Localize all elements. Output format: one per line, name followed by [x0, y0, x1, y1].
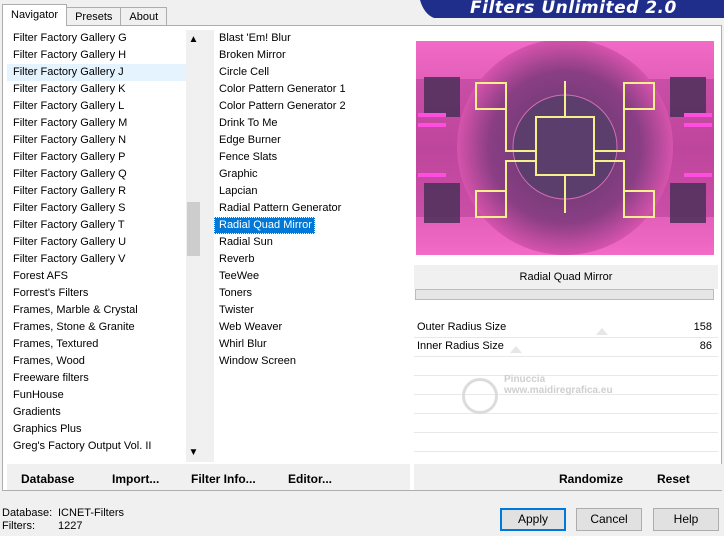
- navigator-toolbar: Database Import... Filter Info... Editor…: [7, 464, 410, 490]
- param-value: 86: [699, 340, 712, 352]
- filter-items: Blast 'Em! Blur Broken Mirror Circle Cell C…: [214, 30, 410, 370]
- category-list-item[interactable]: Filter Factory Gallery L: [7, 98, 201, 115]
- category-list-item[interactable]: Frames, Textured: [7, 336, 201, 353]
- database-button[interactable]: Database: [21, 472, 74, 486]
- banner-title: Filters Unlimited 2.0: [470, 0, 677, 18]
- filter-list-item[interactable]: Drink To Me: [214, 115, 410, 132]
- tab-strip: Navigator Presets About: [2, 4, 168, 26]
- filter-list-item[interactable]: Twister: [214, 302, 410, 319]
- filter-list-item[interactable]: Window Screen: [214, 353, 410, 370]
- slider-outer-thumb-icon[interactable]: [596, 328, 608, 335]
- category-list-item[interactable]: Forest AFS: [7, 268, 201, 285]
- preview-toolbar: Randomize Reset: [414, 464, 722, 490]
- category-list-item[interactable]: Filter Factory Gallery V: [7, 251, 201, 268]
- filter-list-item[interactable]: Radial Quad Mirror: [214, 217, 315, 234]
- apply-button[interactable]: Apply: [500, 508, 566, 531]
- filter-list-item[interactable]: Web Weaver: [214, 319, 410, 336]
- param-row-outer-radius[interactable]: Outer Radius Size 158: [414, 319, 718, 337]
- help-button[interactable]: Help: [653, 508, 719, 531]
- filter-list-item[interactable]: Edge Burner: [214, 132, 410, 149]
- filter-list-item[interactable]: Broken Mirror: [214, 47, 410, 64]
- status-database-label: Database:: [2, 507, 53, 519]
- filter-list-item[interactable]: Radial Sun: [214, 234, 410, 251]
- status-database-value: ICNET-Filters: [58, 507, 124, 519]
- param-value: 158: [693, 321, 712, 333]
- param-divider: [414, 356, 718, 357]
- category-list-item[interactable]: Filter Factory Gallery P: [7, 149, 201, 166]
- category-list-item[interactable]: Filter Factory Gallery H: [7, 47, 201, 64]
- category-list-item[interactable]: Filter Factory Gallery N: [7, 132, 201, 149]
- status-info: Database: ICNET-Filters Filters: 1227: [2, 507, 124, 533]
- filter-list-item[interactable]: Graphic: [214, 166, 410, 183]
- status-filters-value: 1227: [58, 520, 83, 532]
- param-label: Outer Radius Size: [417, 321, 507, 333]
- category-items: Filter Factory Gallery G Filter Factory G…: [7, 30, 201, 455]
- filter-list-item[interactable]: Color Pattern Generator 1: [214, 81, 410, 98]
- list-divider: [201, 30, 214, 462]
- category-list-item[interactable]: Filter Factory Gallery Q: [7, 166, 201, 183]
- category-list-item[interactable]: Filter Factory Gallery J: [7, 64, 201, 81]
- tab-navigator[interactable]: Navigator: [2, 4, 68, 26]
- scroll-down-icon[interactable]: ▼: [186, 445, 201, 460]
- category-list-item[interactable]: FunHouse: [7, 387, 201, 404]
- param-row-inner-radius[interactable]: Inner Radius Size 86: [414, 338, 718, 356]
- filter-list-item[interactable]: Circle Cell: [214, 64, 410, 81]
- import-button[interactable]: Import...: [112, 472, 159, 486]
- tab-presets[interactable]: Presets: [66, 7, 122, 26]
- category-list-item[interactable]: Forrest's Filters: [7, 285, 201, 302]
- watermark-line2: www.maidiregrafica.eu: [504, 385, 613, 396]
- status-filters-label: Filters:: [2, 520, 35, 532]
- filter-list-item[interactable]: Reverb: [214, 251, 410, 268]
- filter-info-button[interactable]: Filter Info...: [191, 472, 256, 486]
- category-list-item[interactable]: Gradients: [7, 404, 201, 421]
- slider-inner-thumb-icon[interactable]: [510, 346, 522, 353]
- param-label: Inner Radius Size: [417, 340, 504, 352]
- param-divider: [414, 413, 718, 414]
- current-filter-name: Radial Quad Mirror: [414, 265, 718, 289]
- filter-list-item[interactable]: Color Pattern Generator 2: [214, 98, 410, 115]
- category-list-item[interactable]: Frames, Stone & Granite: [7, 319, 201, 336]
- category-list[interactable]: Filter Factory Gallery G Filter Factory G…: [7, 30, 201, 462]
- category-list-item[interactable]: Filter Factory Gallery T: [7, 217, 201, 234]
- category-list-item[interactable]: Filter Factory Gallery K: [7, 81, 201, 98]
- filter-list-item[interactable]: Radial Pattern Generator: [214, 200, 410, 217]
- filter-list-item[interactable]: Toners: [214, 285, 410, 302]
- preview-artwork: [416, 41, 714, 255]
- category-list-item[interactable]: Filter Factory Gallery R: [7, 183, 201, 200]
- category-list-item[interactable]: Greg's Factory Output Vol. II: [7, 438, 201, 455]
- filter-list-item[interactable]: Fence Slats: [214, 149, 410, 166]
- preview-image[interactable]: [416, 41, 714, 255]
- scroll-thumb[interactable]: [187, 202, 200, 256]
- category-list-item[interactable]: Filter Factory Gallery M: [7, 115, 201, 132]
- category-list-item[interactable]: Frames, Marble & Crystal: [7, 302, 201, 319]
- filter-list-item[interactable]: TeeWee: [214, 268, 410, 285]
- filter-list-item[interactable]: Whirl Blur: [214, 336, 410, 353]
- category-list-item[interactable]: Filter Factory Gallery S: [7, 200, 201, 217]
- reset-button[interactable]: Reset: [657, 472, 690, 486]
- filter-list-item[interactable]: Lapcian: [214, 183, 410, 200]
- category-list-item[interactable]: Frames, Wood: [7, 353, 201, 370]
- cancel-button[interactable]: Cancel: [576, 508, 642, 531]
- category-scrollbar[interactable]: ▲ ▼: [186, 30, 201, 462]
- category-list-item[interactable]: Filter Factory Gallery U: [7, 234, 201, 251]
- tab-about[interactable]: About: [120, 7, 168, 26]
- filter-list[interactable]: Blast 'Em! Blur Broken Mirror Circle Cell C…: [214, 30, 410, 462]
- category-list-item[interactable]: Graphics Plus: [7, 421, 201, 438]
- category-list-item[interactable]: Filter Factory Gallery G: [7, 30, 201, 47]
- watermark-text: Pinuccia www.maidiregrafica.eu: [456, 374, 613, 396]
- filter-list-item[interactable]: Blast 'Em! Blur: [214, 30, 410, 47]
- param-divider: [414, 451, 718, 452]
- watermark-line1: Pinuccia: [504, 374, 546, 385]
- param-divider: [414, 432, 718, 433]
- editor-button[interactable]: Editor...: [288, 472, 332, 486]
- randomize-button[interactable]: Randomize: [559, 472, 623, 486]
- category-list-item[interactable]: Freeware filters: [7, 370, 201, 387]
- scroll-up-icon[interactable]: ▲: [186, 32, 201, 47]
- filter-progress-bar: [415, 289, 714, 300]
